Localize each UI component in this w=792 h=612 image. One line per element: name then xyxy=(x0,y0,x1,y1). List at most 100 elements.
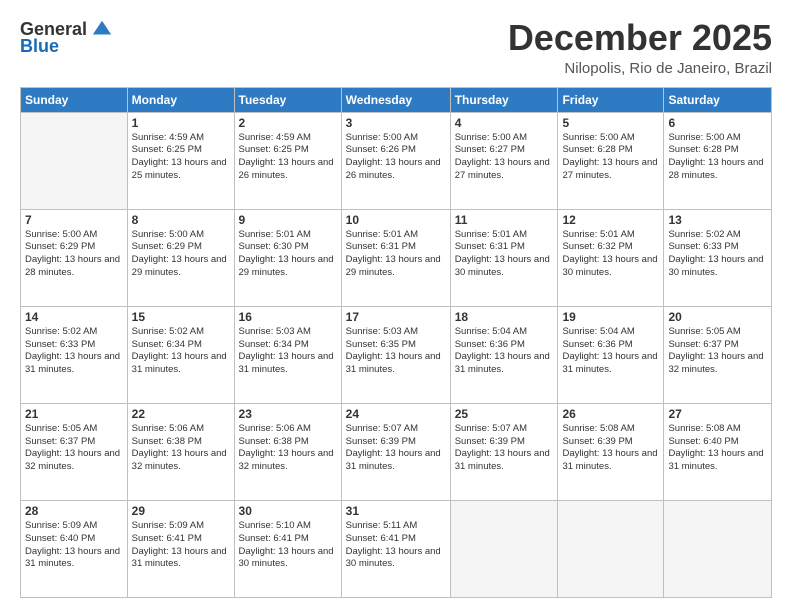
calendar-day-cell xyxy=(21,112,128,209)
day-number: 15 xyxy=(132,310,230,324)
day-number: 21 xyxy=(25,407,123,421)
calendar-body: 1 Sunrise: 4:59 AM Sunset: 6:25 PM Daylig… xyxy=(21,112,772,597)
day-number: 11 xyxy=(455,213,554,227)
day-number: 7 xyxy=(25,213,123,227)
day-info: Sunrise: 5:11 AM Sunset: 6:41 PM Dayligh… xyxy=(346,520,446,571)
day-number: 4 xyxy=(455,116,554,130)
calendar-subtitle: Nilopolis, Rio de Janeiro, Brazil xyxy=(508,60,772,77)
day-number: 5 xyxy=(562,116,659,130)
day-number: 17 xyxy=(346,310,446,324)
day-info: Sunrise: 5:02 AM Sunset: 6:33 PM Dayligh… xyxy=(668,229,767,280)
day-number: 20 xyxy=(668,310,767,324)
day-number: 14 xyxy=(25,310,123,324)
calendar-day-cell: 26 Sunrise: 5:08 AM Sunset: 6:39 PM Dayli… xyxy=(558,403,664,500)
day-info: Sunrise: 5:01 AM Sunset: 6:32 PM Dayligh… xyxy=(562,229,659,280)
calendar-day-cell: 21 Sunrise: 5:05 AM Sunset: 6:37 PM Dayli… xyxy=(21,403,128,500)
day-number: 19 xyxy=(562,310,659,324)
day-number: 26 xyxy=(562,407,659,421)
header: General Blue December 2025 Nilopolis, Ri… xyxy=(20,18,772,77)
day-info: Sunrise: 5:10 AM Sunset: 6:41 PM Dayligh… xyxy=(239,520,337,571)
weekday-header-cell: Sunday xyxy=(21,87,128,112)
day-number: 27 xyxy=(668,407,767,421)
calendar-week-row: 1 Sunrise: 4:59 AM Sunset: 6:25 PM Daylig… xyxy=(21,112,772,209)
title-section: December 2025 Nilopolis, Rio de Janeiro,… xyxy=(508,18,772,77)
day-info: Sunrise: 5:03 AM Sunset: 6:34 PM Dayligh… xyxy=(239,326,337,377)
day-info: Sunrise: 5:01 AM Sunset: 6:31 PM Dayligh… xyxy=(346,229,446,280)
day-number: 25 xyxy=(455,407,554,421)
day-info: Sunrise: 5:00 AM Sunset: 6:29 PM Dayligh… xyxy=(132,229,230,280)
day-info: Sunrise: 5:06 AM Sunset: 6:38 PM Dayligh… xyxy=(239,423,337,474)
day-number: 8 xyxy=(132,213,230,227)
day-number: 12 xyxy=(562,213,659,227)
calendar-day-cell: 23 Sunrise: 5:06 AM Sunset: 6:38 PM Dayli… xyxy=(234,403,341,500)
calendar-day-cell xyxy=(558,500,664,597)
day-info: Sunrise: 5:08 AM Sunset: 6:39 PM Dayligh… xyxy=(562,423,659,474)
weekday-header-cell: Thursday xyxy=(450,87,558,112)
logo: General Blue xyxy=(20,18,113,57)
day-info: Sunrise: 5:08 AM Sunset: 6:40 PM Dayligh… xyxy=(668,423,767,474)
day-info: Sunrise: 5:06 AM Sunset: 6:38 PM Dayligh… xyxy=(132,423,230,474)
logo-icon xyxy=(91,18,113,40)
calendar-day-cell: 2 Sunrise: 4:59 AM Sunset: 6:25 PM Daylig… xyxy=(234,112,341,209)
day-info: Sunrise: 5:07 AM Sunset: 6:39 PM Dayligh… xyxy=(455,423,554,474)
calendar-day-cell: 7 Sunrise: 5:00 AM Sunset: 6:29 PM Daylig… xyxy=(21,209,128,306)
calendar-day-cell: 3Sunrise: 5:00 AM Sunset: 6:26 PM Daylig… xyxy=(341,112,450,209)
day-info: Sunrise: 5:03 AM Sunset: 6:35 PM Dayligh… xyxy=(346,326,446,377)
day-number: 6 xyxy=(668,116,767,130)
calendar-day-cell: 8 Sunrise: 5:00 AM Sunset: 6:29 PM Daylig… xyxy=(127,209,234,306)
calendar-day-cell: 11 Sunrise: 5:01 AM Sunset: 6:31 PM Dayli… xyxy=(450,209,558,306)
calendar-day-cell: 30Sunrise: 5:10 AM Sunset: 6:41 PM Dayli… xyxy=(234,500,341,597)
day-info: Sunrise: 5:00 AM Sunset: 6:28 PM Dayligh… xyxy=(668,132,767,183)
calendar-day-cell: 14 Sunrise: 5:02 AM Sunset: 6:33 PM Dayli… xyxy=(21,306,128,403)
day-info: Sunrise: 5:09 AM Sunset: 6:40 PM Dayligh… xyxy=(25,520,123,571)
day-number: 9 xyxy=(239,213,337,227)
weekday-header-cell: Friday xyxy=(558,87,664,112)
day-number: 28 xyxy=(25,504,123,518)
day-number: 2 xyxy=(239,116,337,130)
day-info: Sunrise: 5:00 AM Sunset: 6:28 PM Dayligh… xyxy=(562,132,659,183)
day-info: Sunrise: 5:01 AM Sunset: 6:30 PM Dayligh… xyxy=(239,229,337,280)
day-info: Sunrise: 4:59 AM Sunset: 6:25 PM Dayligh… xyxy=(239,132,337,183)
day-number: 1 xyxy=(132,116,230,130)
calendar-day-cell: 27 Sunrise: 5:08 AM Sunset: 6:40 PM Dayli… xyxy=(664,403,772,500)
day-info: Sunrise: 5:05 AM Sunset: 6:37 PM Dayligh… xyxy=(668,326,767,377)
day-number: 23 xyxy=(239,407,337,421)
day-info: Sunrise: 5:00 AM Sunset: 6:29 PM Dayligh… xyxy=(25,229,123,280)
calendar-day-cell: 25 Sunrise: 5:07 AM Sunset: 6:39 PM Dayli… xyxy=(450,403,558,500)
logo-blue-text: Blue xyxy=(20,36,59,57)
day-info: Sunrise: 5:02 AM Sunset: 6:34 PM Dayligh… xyxy=(132,326,230,377)
calendar-day-cell: 10 Sunrise: 5:01 AM Sunset: 6:31 PM Dayli… xyxy=(341,209,450,306)
day-info: Sunrise: 5:02 AM Sunset: 6:33 PM Dayligh… xyxy=(25,326,123,377)
day-number: 10 xyxy=(346,213,446,227)
calendar-day-cell: 13 Sunrise: 5:02 AM Sunset: 6:33 PM Dayli… xyxy=(664,209,772,306)
day-info: Sunrise: 5:00 AM Sunset: 6:26 PM Dayligh… xyxy=(346,132,446,183)
day-number: 31 xyxy=(346,504,446,518)
calendar-day-cell: 31 Sunrise: 5:11 AM Sunset: 6:41 PM Dayli… xyxy=(341,500,450,597)
calendar-day-cell: 20 Sunrise: 5:05 AM Sunset: 6:37 PM Dayli… xyxy=(664,306,772,403)
day-info: Sunrise: 5:07 AM Sunset: 6:39 PM Dayligh… xyxy=(346,423,446,474)
day-info: Sunrise: 5:04 AM Sunset: 6:36 PM Dayligh… xyxy=(562,326,659,377)
day-info: Sunrise: 5:04 AM Sunset: 6:36 PM Dayligh… xyxy=(455,326,554,377)
calendar-day-cell xyxy=(664,500,772,597)
weekday-header-cell: Wednesday xyxy=(341,87,450,112)
day-info: Sunrise: 5:00 AM Sunset: 6:27 PM Dayligh… xyxy=(455,132,554,183)
calendar-day-cell: 18 Sunrise: 5:04 AM Sunset: 6:36 PM Dayli… xyxy=(450,306,558,403)
calendar-week-row: 14 Sunrise: 5:02 AM Sunset: 6:33 PM Dayli… xyxy=(21,306,772,403)
calendar-page: General Blue December 2025 Nilopolis, Ri… xyxy=(0,0,792,612)
calendar-day-cell: 29Sunrise: 5:09 AM Sunset: 6:41 PM Dayli… xyxy=(127,500,234,597)
calendar-title: December 2025 xyxy=(508,18,772,58)
day-number: 13 xyxy=(668,213,767,227)
calendar-day-cell: 24Sunrise: 5:07 AM Sunset: 6:39 PM Dayli… xyxy=(341,403,450,500)
calendar-day-cell: 17 Sunrise: 5:03 AM Sunset: 6:35 PM Dayli… xyxy=(341,306,450,403)
calendar-day-cell: 1Sunrise: 4:59 AM Sunset: 6:25 PM Daylig… xyxy=(127,112,234,209)
day-info: Sunrise: 5:01 AM Sunset: 6:31 PM Dayligh… xyxy=(455,229,554,280)
day-number: 16 xyxy=(239,310,337,324)
weekday-header-cell: Monday xyxy=(127,87,234,112)
calendar-day-cell: 6 Sunrise: 5:00 AM Sunset: 6:28 PM Daylig… xyxy=(664,112,772,209)
day-number: 18 xyxy=(455,310,554,324)
calendar-week-row: 7 Sunrise: 5:00 AM Sunset: 6:29 PM Daylig… xyxy=(21,209,772,306)
calendar-day-cell: 16 Sunrise: 5:03 AM Sunset: 6:34 PM Dayli… xyxy=(234,306,341,403)
day-number: 22 xyxy=(132,407,230,421)
day-info: Sunrise: 5:05 AM Sunset: 6:37 PM Dayligh… xyxy=(25,423,123,474)
weekday-header-cell: Saturday xyxy=(664,87,772,112)
